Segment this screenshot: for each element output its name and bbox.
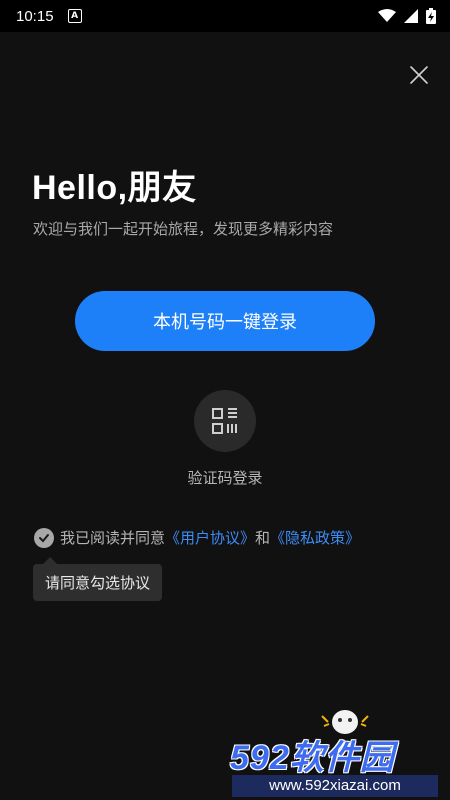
- check-icon: [39, 533, 49, 542]
- sms-code-icon: [212, 408, 237, 434]
- notification-a-icon: A: [67, 9, 82, 23]
- agreement-row: 我已阅读并同意 《用户协议》 和 《隐私政策》: [34, 527, 360, 548]
- one-click-login-button[interactable]: 本机号码一键登录: [75, 291, 375, 351]
- greeting-title: Hello,朋友: [32, 169, 197, 207]
- watermark-url: www.592xiazai.com: [232, 775, 438, 797]
- agreement-prefix: 我已阅读并同意: [60, 529, 166, 547]
- agreement-checkbox[interactable]: [34, 527, 54, 548]
- status-bar: 10:15 A: [0, 0, 450, 32]
- status-time: 10:15: [16, 7, 54, 25]
- battery-charging-icon: [426, 8, 436, 24]
- close-icon: [410, 66, 428, 84]
- sms-code-login-button[interactable]: [194, 390, 256, 452]
- wifi-icon: [378, 9, 396, 22]
- close-button[interactable]: [408, 64, 430, 86]
- privacy-policy-link[interactable]: 《隐私政策》: [270, 527, 360, 548]
- sms-code-login-label[interactable]: 验证码登录: [0, 467, 450, 488]
- signal-icon: [404, 9, 418, 23]
- agree-toast: 请同意勾选协议: [33, 557, 163, 601]
- greeting-subtitle: 欢迎与我们一起开始旅程，发现更多精彩内容: [33, 220, 334, 238]
- agreement-and: 和: [255, 529, 271, 547]
- watermark-brand: 592软件园: [230, 739, 395, 777]
- status-icons: [378, 8, 436, 24]
- user-agreement-link[interactable]: 《用户协议》: [165, 527, 255, 548]
